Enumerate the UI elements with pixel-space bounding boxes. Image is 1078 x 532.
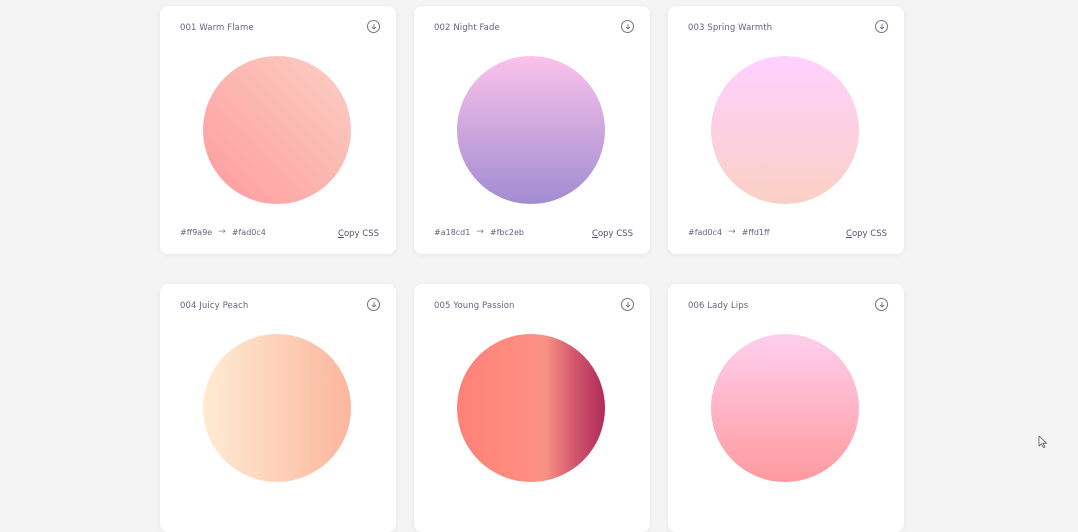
- download-button[interactable]: [875, 298, 888, 311]
- gradient-swatch: [711, 56, 859, 204]
- download-circle-icon: [879, 23, 884, 30]
- download-button[interactable]: [875, 20, 888, 33]
- download-button[interactable]: [621, 298, 634, 311]
- card-footer: #a18cd1 → #fbc2eb Copy CSS: [434, 225, 633, 239]
- download-circle-icon: [879, 301, 884, 308]
- download-button[interactable]: [367, 20, 380, 33]
- hex-codes: #fad0c4 → #ffd1ff: [688, 227, 770, 237]
- gradient-card: 001 Warm Flame #ff9a9e → #fad0c4 Copy CS…: [160, 6, 396, 254]
- hex-to[interactable]: #ffd1ff: [742, 228, 770, 237]
- download-circle-icon: [625, 23, 630, 30]
- gradient-title: 006 Lady Lips: [688, 301, 749, 311]
- gradient-title: 004 Juicy Peach: [180, 301, 249, 311]
- gradient-swatch: [203, 334, 351, 482]
- hex-codes: #a18cd1 → #fbc2eb: [434, 227, 524, 237]
- hex-codes: #ff9a9e → #fad0c4: [180, 227, 266, 237]
- arrow-right-icon: →: [476, 227, 484, 237]
- gradient-card: 005 Young Passion: [414, 284, 650, 532]
- gradient-swatch: [203, 56, 351, 204]
- gradient-swatch: [457, 56, 605, 204]
- download-button[interactable]: [367, 298, 380, 311]
- hex-to[interactable]: #fbc2eb: [490, 228, 524, 237]
- hex-to[interactable]: #fad0c4: [232, 228, 266, 237]
- gradient-title: 005 Young Passion: [434, 301, 515, 311]
- gradient-grid: 001 Warm Flame #ff9a9e → #fad0c4 Copy CS…: [160, 6, 904, 532]
- mouse-pointer-icon: [1038, 436, 1048, 448]
- copy-css-button[interactable]: Copy CSS: [338, 229, 379, 239]
- arrow-right-icon: →: [728, 227, 736, 237]
- hex-from[interactable]: #ff9a9e: [180, 228, 212, 237]
- gradient-swatch: [711, 334, 859, 482]
- copy-css-button[interactable]: Copy CSS: [846, 229, 887, 239]
- download-circle-icon: [625, 301, 630, 308]
- hex-from[interactable]: #a18cd1: [434, 228, 470, 237]
- copy-css-button[interactable]: Copy CSS: [592, 229, 633, 239]
- gradient-card: 002 Night Fade #a18cd1 → #fbc2eb Copy CS…: [414, 6, 650, 254]
- card-footer: #fad0c4 → #ffd1ff Copy CSS: [688, 225, 887, 239]
- card-footer: #ff9a9e → #fad0c4 Copy CSS: [180, 225, 379, 239]
- download-circle-icon: [371, 301, 376, 308]
- arrow-right-icon: →: [218, 227, 226, 237]
- gradient-swatch: [457, 334, 605, 482]
- gradient-title: 003 Spring Warmth: [688, 23, 773, 33]
- gradient-card: 004 Juicy Peach: [160, 284, 396, 532]
- download-button[interactable]: [621, 20, 634, 33]
- download-circle-icon: [371, 23, 376, 30]
- gradient-title: 002 Night Fade: [434, 23, 500, 33]
- gradient-card: 006 Lady Lips: [668, 284, 904, 532]
- gradient-title: 001 Warm Flame: [180, 23, 254, 33]
- hex-from[interactable]: #fad0c4: [688, 228, 722, 237]
- gradient-card: 003 Spring Warmth #fad0c4 → #ffd1ff Copy…: [668, 6, 904, 254]
